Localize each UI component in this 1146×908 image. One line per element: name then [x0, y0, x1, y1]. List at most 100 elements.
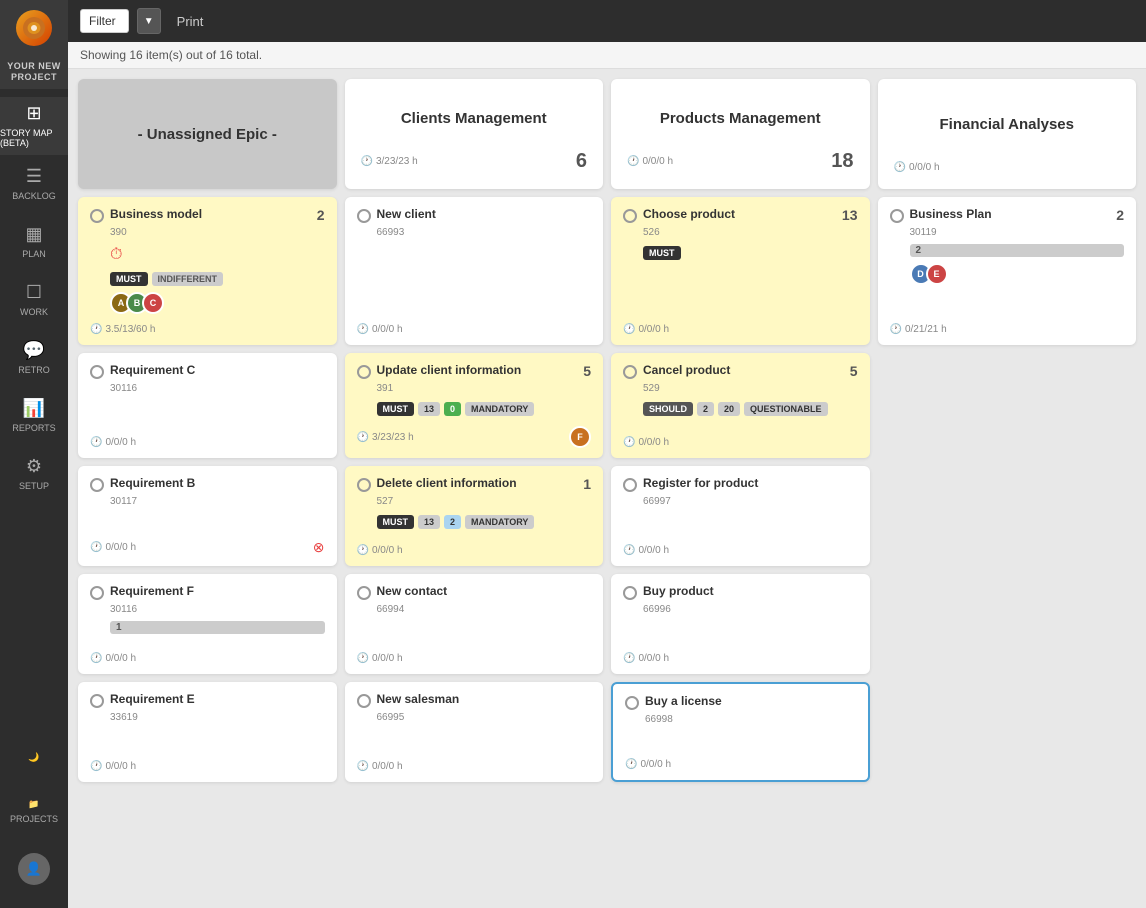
sidebar-item-label: WORK — [20, 307, 48, 317]
sidebar-item-retro[interactable]: 💬 RETRO — [0, 329, 68, 387]
card-header: Choose product 13 — [623, 207, 858, 223]
card-requirement-b[interactable]: Requirement B 30117 🕐 0/0/0 h ⊗ — [78, 466, 337, 566]
card-cancel-product[interactable]: Cancel product 5 529 SHOULD 2 20 QUESTIO… — [611, 353, 870, 458]
sidebar-item-projects[interactable]: 📁 PROJECTS — [0, 786, 68, 836]
card-time: 🕐 0/0/0 h — [623, 653, 669, 664]
story-circle — [357, 365, 371, 379]
work-icon: ☐ — [26, 282, 42, 303]
card-footer: 🕐 0/0/0 h — [90, 755, 325, 772]
card-business-model[interactable]: Business model 2 390 ⏱ MUST INDIFFERENT … — [78, 197, 337, 345]
sidebar-item-work[interactable]: ☐ WORK — [0, 271, 68, 329]
card-business-plan[interactable]: Business Plan 2 30119 2 D E 🕐 0/21/21 h — [878, 197, 1137, 345]
clock-icon: 🕐 — [90, 542, 102, 553]
card-footer: 🕐 0/0/0 h — [623, 539, 858, 556]
card-footer: 🕐 0/0/0 h — [357, 318, 592, 335]
card-id: 30117 — [110, 496, 325, 507]
card-new-client[interactable]: New client 66993 🕐 0/0/0 h — [345, 197, 604, 345]
story-circle — [625, 696, 639, 710]
sidebar-item-moon[interactable]: 🌙 — [0, 732, 68, 782]
card-buy-license[interactable]: Buy a license 66998 🕐 0/0/0 h — [611, 682, 870, 782]
alert-icon: ⊗ — [313, 539, 325, 556]
card-footer: 🕐 3/23/23 h F — [357, 420, 592, 448]
card-title: Requirement B — [110, 476, 195, 492]
subtask-badge: 2 — [910, 244, 1125, 257]
user-avatar[interactable]: 👤 — [0, 840, 68, 898]
clock-icon: 🕐 — [90, 437, 102, 448]
card-title-row: Requirement C — [90, 363, 325, 379]
story-circle — [357, 586, 371, 600]
card-header: Delete client information 1 — [357, 476, 592, 492]
card-requirement-e[interactable]: Requirement E 33619 🕐 0/0/0 h — [78, 682, 337, 782]
epic-title-clients: Clients Management — [401, 95, 547, 142]
card-requirement-f[interactable]: Requirement F 30116 1 🕐 0/0/0 h — [78, 574, 337, 674]
sidebar-item-reports[interactable]: 📊 REPORTS — [0, 387, 68, 445]
card-title-row: Requirement F — [90, 584, 325, 600]
card-title-row: Requirement E — [90, 692, 325, 708]
card-footer: 🕐 0/0/0 h — [90, 431, 325, 448]
card-footer: 🕐 0/0/0 h — [623, 647, 858, 664]
cards-row-5: Requirement E 33619 🕐 0/0/0 h — [78, 682, 1136, 782]
card-title-row: New client — [357, 207, 592, 223]
clock-icon: 🕐 — [623, 324, 635, 335]
sidebar-item-setup[interactable]: ⚙ SETUP — [0, 445, 68, 503]
card-title-row: Requirement B — [90, 476, 325, 492]
reports-icon: 📊 — [23, 398, 45, 419]
card-title: Requirement C — [110, 363, 195, 379]
sidebar-item-backlog[interactable]: ☰ BACKLOG — [0, 155, 68, 213]
card-time: 🕐 3.5/13/60 h — [90, 324, 156, 335]
card-footer: 🕐 0/0/0 h — [357, 647, 592, 664]
card-title-row: Buy product — [623, 584, 858, 600]
sidebar-bottom: 🌙 📁 PROJECTS 👤 — [0, 732, 68, 908]
clock-icon: 🕐 — [90, 324, 102, 335]
plan-icon: ▦ — [25, 224, 42, 245]
epic-title-products: Products Management — [660, 95, 821, 142]
story-circle — [357, 694, 371, 708]
cards-row-1: Business model 2 390 ⏱ MUST INDIFFERENT … — [78, 197, 1136, 345]
sidebar-item-plan[interactable]: ▦ PLAN — [0, 213, 68, 271]
epic-title-financial: Financial Analyses — [939, 95, 1074, 154]
card-footer: 🕐 0/0/0 h — [625, 753, 856, 770]
card-time: 🕐 0/0/0 h — [90, 653, 136, 664]
epic-footer-clients: 🕐 3/23/23 h 6 — [361, 150, 588, 173]
card-delete-client[interactable]: Delete client information 1 527 MUST 13 … — [345, 466, 604, 566]
story-circle — [90, 365, 104, 379]
card-header: New salesman — [357, 692, 592, 708]
filter-dropdown[interactable]: ▼ — [137, 8, 161, 34]
card-id: 526 — [643, 227, 858, 238]
print-button[interactable]: Print — [169, 10, 212, 33]
card-footer: 🕐 0/0/0 h — [357, 539, 592, 556]
card-count: 1 — [583, 476, 591, 492]
card-requirement-c[interactable]: Requirement C 30116 🕐 0/0/0 h — [78, 353, 337, 458]
card-new-contact[interactable]: New contact 66994 🕐 0/0/0 h — [345, 574, 604, 674]
tag-number2: 20 — [718, 402, 740, 416]
clock-icon: 🕐 — [890, 324, 902, 335]
card-new-salesman[interactable]: New salesman 66995 🕐 0/0/0 h — [345, 682, 604, 782]
card-update-client[interactable]: Update client information 5 391 MUST 13 … — [345, 353, 604, 458]
status-bar: Showing 16 item(s) out of 16 total. — [68, 42, 1146, 69]
tag-zero: 0 — [444, 402, 461, 416]
card-id: 30119 — [910, 227, 1125, 238]
cards-row-4: Requirement F 30116 1 🕐 0/0/0 h — [78, 574, 1136, 674]
sidebar-item-story-map[interactable]: ⊞ STORY MAP (BETA) — [0, 97, 68, 155]
avatar-image: 👤 — [18, 853, 50, 885]
board: - Unassigned Epic - Clients Management 🕐… — [68, 69, 1146, 908]
tags-row: MUST 13 2 MANDATORY — [377, 515, 592, 529]
card-header: Buy a license — [625, 694, 856, 710]
clock-icon: 🕐 — [357, 761, 369, 772]
epic-time-products: 🕐 0/0/0 h — [627, 156, 673, 167]
card-register-product[interactable]: Register for product 66997 🕐 0/0/0 h — [611, 466, 870, 566]
card-id: 390 — [110, 227, 325, 238]
clock-icon: 🕐 — [623, 653, 635, 664]
story-circle — [623, 365, 637, 379]
tag-mandatory: MANDATORY — [465, 515, 534, 529]
card-choose-product[interactable]: Choose product 13 526 MUST 🕐 0/0/0 h — [611, 197, 870, 345]
card-title: Business model — [110, 207, 202, 223]
card-id: 66996 — [643, 604, 858, 615]
filter-button[interactable]: Filter — [80, 9, 129, 33]
card-title: Buy a license — [645, 694, 722, 710]
card-buy-product[interactable]: Buy product 66996 🕐 0/0/0 h — [611, 574, 870, 674]
epic-financial: Financial Analyses 🕐 0/0/0 h — [878, 79, 1137, 189]
card-title: Update client information — [377, 363, 522, 379]
tag-number: 13 — [418, 402, 440, 416]
story-map-icon: ⊞ — [26, 103, 41, 124]
